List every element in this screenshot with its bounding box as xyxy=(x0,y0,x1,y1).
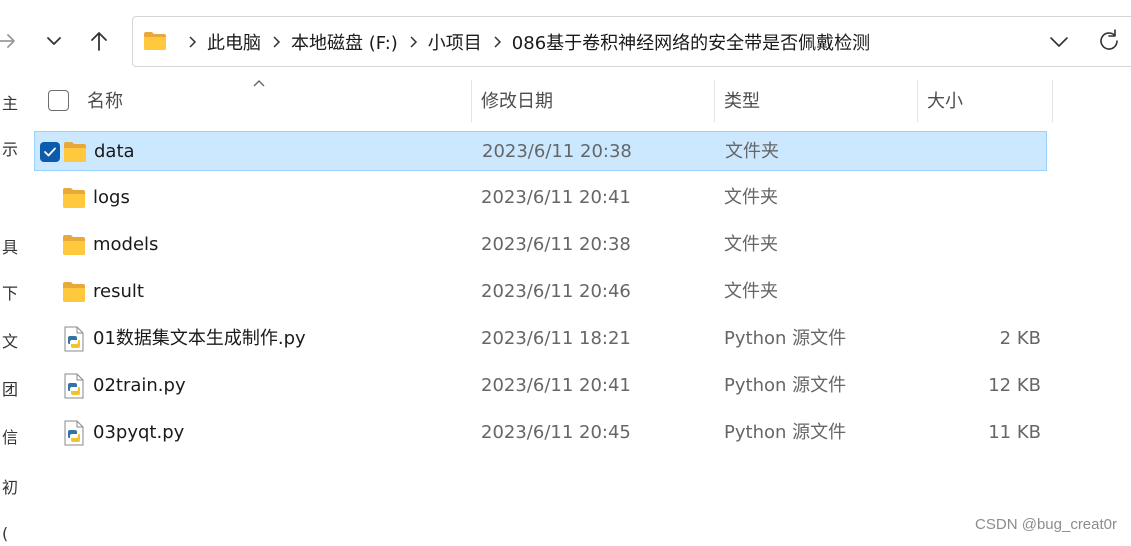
breadcrumb-chevron-icon[interactable] xyxy=(265,32,287,52)
file-type: Python 源文件 xyxy=(724,328,847,349)
chevron-down-icon xyxy=(47,37,61,45)
navigation-pane: 主 示 具 下 文 团 信 初 ( xyxy=(0,84,18,546)
nav-pane-item[interactable]: 文 xyxy=(2,334,18,350)
recent-locations-button[interactable] xyxy=(39,26,69,56)
column-size[interactable]: 大小 xyxy=(927,87,963,113)
column-divider[interactable] xyxy=(1052,80,1053,122)
nav-pane-item[interactable]: 下 xyxy=(2,286,18,302)
sort-ascending-icon xyxy=(253,80,265,87)
file-row[interactable]: 01数据集文本生成制作.py 2023/6/11 18:21 Python 源文… xyxy=(34,319,1047,359)
file-size: 12 KB xyxy=(988,375,1041,396)
breadcrumb-small-projects[interactable]: 小项目 xyxy=(428,29,482,55)
file-row[interactable]: data 2023/6/11 20:38 文件夹 xyxy=(34,131,1047,171)
address-history-dropdown-icon[interactable] xyxy=(1045,29,1073,55)
file-name[interactable]: 01数据集文本生成制作.py xyxy=(93,319,306,359)
column-divider[interactable] xyxy=(471,80,472,122)
folder-icon xyxy=(144,32,166,50)
column-date-modified[interactable]: 修改日期 xyxy=(481,87,553,113)
file-row[interactable]: 02train.py 2023/6/11 20:41 Python 源文件 12… xyxy=(34,366,1047,406)
nav-pane-item[interactable]: 团 xyxy=(2,382,18,398)
file-row[interactable]: result 2023/6/11 20:46 文件夹 xyxy=(34,272,1047,312)
file-row[interactable]: 03pyqt.py 2023/6/11 20:45 Python 源文件 11 … xyxy=(34,413,1047,453)
file-name[interactable]: models xyxy=(93,225,158,265)
file-date: 2023/6/11 20:41 xyxy=(481,375,631,396)
forward-arrow-icon xyxy=(0,34,15,48)
folder-icon xyxy=(63,235,85,255)
refresh-icon[interactable] xyxy=(1095,27,1123,55)
up-button[interactable] xyxy=(84,26,114,56)
file-date: 2023/6/11 20:38 xyxy=(482,141,632,162)
folder-icon xyxy=(63,188,85,208)
folder-icon xyxy=(63,282,85,302)
breadcrumb-this-pc[interactable]: 此电脑 xyxy=(207,29,261,55)
nav-pane-item[interactable]: 初 xyxy=(2,480,18,496)
file-type: 文件夹 xyxy=(724,234,778,255)
breadcrumb-chevron-icon[interactable] xyxy=(402,32,424,52)
file-name[interactable]: logs xyxy=(93,178,130,218)
breadcrumb-local-disk[interactable]: 本地磁盘 (F:) xyxy=(291,29,398,55)
file-date: 2023/6/11 18:21 xyxy=(481,328,631,349)
nav-pane-item[interactable]: 示 xyxy=(2,142,18,158)
python-file-icon xyxy=(64,373,84,399)
column-type[interactable]: 类型 xyxy=(724,87,760,113)
file-size: 11 KB xyxy=(988,422,1041,443)
file-date: 2023/6/11 20:41 xyxy=(481,187,631,208)
breadcrumb-chevron-icon[interactable] xyxy=(486,32,508,52)
watermark: CSDN @bug_creat0r xyxy=(975,516,1117,533)
nav-pane-item[interactable]: 信 xyxy=(2,430,18,446)
nav-pane-item[interactable]: 具 xyxy=(2,240,18,256)
checkmark-icon xyxy=(44,147,56,157)
breadcrumb-chevron-icon[interactable] xyxy=(181,32,203,52)
file-type: 文件夹 xyxy=(725,141,779,162)
file-name[interactable]: 03pyqt.py xyxy=(93,413,184,453)
file-size: 2 KB xyxy=(999,328,1041,349)
select-all-checkbox[interactable] xyxy=(48,90,69,111)
file-date: 2023/6/11 20:38 xyxy=(481,234,631,255)
breadcrumb: 此电脑 本地磁盘 (F:) 小项目 086基于卷积神经网络的安全带是否佩戴检测 xyxy=(177,17,870,66)
file-date: 2023/6/11 20:45 xyxy=(481,422,631,443)
file-name[interactable]: result xyxy=(93,272,144,312)
python-file-icon xyxy=(64,420,84,446)
up-arrow-icon xyxy=(91,32,107,51)
file-type: 文件夹 xyxy=(724,187,778,208)
row-checkbox[interactable] xyxy=(40,142,60,162)
address-bar[interactable]: 此电脑 本地磁盘 (F:) 小项目 086基于卷积神经网络的安全带是否佩戴检测 xyxy=(132,16,1131,67)
python-file-icon xyxy=(64,326,84,352)
column-divider[interactable] xyxy=(917,80,918,122)
file-type: 文件夹 xyxy=(724,281,778,302)
file-type: Python 源文件 xyxy=(724,375,847,396)
folder-icon xyxy=(64,142,86,162)
nav-pane-item[interactable]: 主 xyxy=(2,96,18,112)
file-row[interactable]: logs 2023/6/11 20:41 文件夹 xyxy=(34,178,1047,218)
breadcrumb-current-folder[interactable]: 086基于卷积神经网络的安全带是否佩戴检测 xyxy=(512,29,870,55)
forward-button[interactable] xyxy=(0,26,22,56)
file-row[interactable]: models 2023/6/11 20:38 文件夹 xyxy=(34,225,1047,265)
file-type: Python 源文件 xyxy=(724,422,847,443)
file-name[interactable]: 02train.py xyxy=(93,366,186,406)
nav-pane-item[interactable]: ( xyxy=(2,526,8,542)
column-divider[interactable] xyxy=(714,80,715,122)
file-name[interactable]: data xyxy=(94,132,135,172)
file-date: 2023/6/11 20:46 xyxy=(481,281,631,302)
column-name[interactable]: 名称 xyxy=(87,87,123,113)
navigation-bar: 此电脑 本地磁盘 (F:) 小项目 086基于卷积神经网络的安全带是否佩戴检测 xyxy=(0,0,1131,84)
